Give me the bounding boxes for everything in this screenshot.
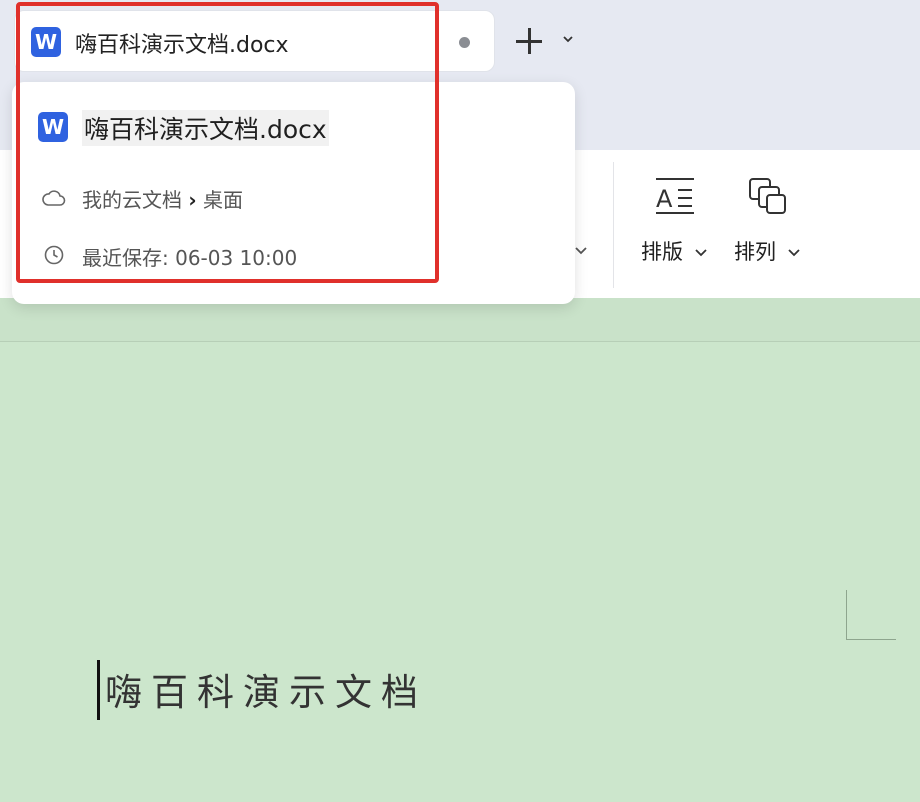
text-caret [97,660,100,720]
location-folder: 桌面 [202,188,243,212]
layout-label: 排版 [641,240,683,264]
ruler-strip [0,298,920,342]
location-separator: › [188,188,197,212]
ribbon-divider [613,162,614,288]
document-tab[interactable]: W 嗨百科演示文档.docx [14,10,495,72]
chevron-down-icon [788,249,800,257]
tab-title: 嗨百科演示文档.docx [75,33,289,58]
arrange-layers-icon [749,178,786,214]
cloud-icon [42,190,66,206]
file-info-popover: W 嗨百科演示文档.docx 我的云文档 › 桌面 最近保存: 06-03 10… [12,82,575,304]
svg-text:A: A [656,185,673,213]
clock-icon [44,245,64,265]
plus-icon[interactable] [512,24,546,58]
location-parent: 我的云文档 [82,188,182,212]
word-doc-icon: W [38,112,68,142]
last-saved-text: 最近保存: 06-03 10:00 [82,246,298,270]
arrange-label: 排列 [734,240,776,264]
chevron-down-icon[interactable] [575,244,587,256]
margin-marker [846,590,896,640]
popover-filename[interactable]: 嗨百科演示文档.docx [82,110,329,146]
chevron-down-icon [695,249,707,257]
unsaved-dot-icon[interactable] [459,37,470,48]
chevron-down-icon[interactable] [563,34,573,44]
word-doc-icon: W [31,27,61,57]
file-location[interactable]: 我的云文档 › 桌面 [82,184,243,213]
document-canvas[interactable] [0,342,920,802]
text-layout-icon: A [656,178,694,214]
document-body-text[interactable]: 嗨百科演示文档 [105,662,427,716]
